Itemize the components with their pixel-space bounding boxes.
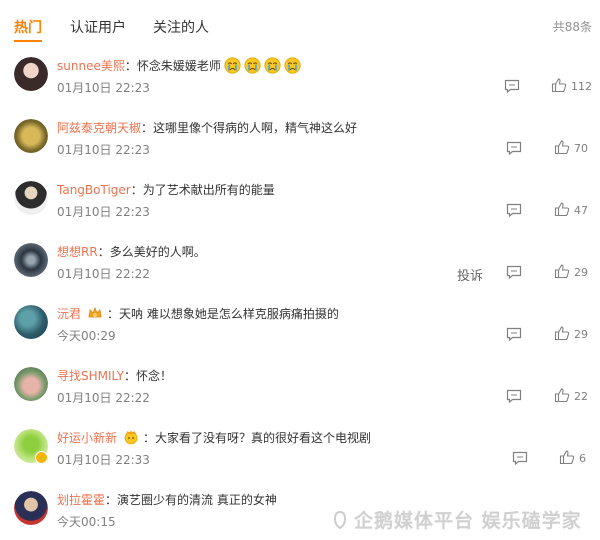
comment-time: 今天00:29 [57, 329, 116, 343]
comment-text: 这哪里像个得病的人啊，精气神这么好 [153, 121, 358, 135]
reply-icon[interactable] [506, 265, 522, 279]
comment-text: 为了艺术献出所有的能量 [142, 183, 275, 197]
crown-badge-icon [88, 306, 102, 318]
comment-time: 01月10日 22:23 [57, 81, 150, 95]
tab-hot[interactable]: 热门 [14, 17, 42, 37]
like-count: 70 [574, 142, 588, 155]
crying-face-icon [244, 57, 261, 74]
verified-badge-icon [35, 451, 48, 464]
comment-item: 阿兹泰克朝天椒：这哪里像个得病的人啊，精气神这么好 01月10日 22:23 7… [0, 119, 600, 181]
thumbs-up-icon[interactable] [554, 325, 570, 341]
active-tab-indicator [14, 40, 42, 42]
like-count: 6 [579, 452, 586, 465]
comment-text: 怀念！ [135, 369, 172, 383]
separator: ： [130, 183, 143, 197]
thumbs-up-icon[interactable] [554, 201, 570, 217]
like-count: 112 [571, 80, 592, 93]
comment-item: 寻找SHMILY：怀念！ 01月10日 22:22 22 [0, 367, 600, 429]
watermark-text: 企鹅媒体平台 娱乐磕学家 [354, 510, 582, 532]
username-link[interactable]: 想想RR [57, 245, 98, 259]
comment-line: TangBoTiger：为了艺术献出所有的能量 [57, 181, 275, 199]
comment-time: 今天00:15 [57, 515, 116, 529]
crying-face-icon [284, 57, 301, 74]
avatar[interactable] [14, 491, 48, 525]
comment-time: 01月10日 22:33 [57, 453, 150, 467]
comment-line: sunnee美熙：怀念朱媛媛老师 [57, 57, 301, 75]
username-link[interactable]: 寻找SHMILY [57, 369, 124, 383]
like-count: 29 [574, 266, 588, 279]
avatar[interactable] [14, 367, 48, 401]
report-button[interactable]: 投诉 [457, 265, 483, 284]
thumbs-up-icon[interactable] [551, 77, 567, 93]
reply-icon[interactable] [506, 141, 522, 155]
comment-text: 演艺圈少有的清流 真正的女神 [117, 493, 277, 507]
separator: ： [123, 369, 136, 383]
separator: ： [124, 59, 137, 73]
username-link[interactable]: 沅君 [57, 307, 81, 321]
comment-time: 01月10日 22:22 [57, 267, 150, 281]
reply-icon[interactable] [506, 203, 522, 217]
comment-line: 阿兹泰克朝天椒：这哪里像个得病的人啊，精气神这么好 [57, 119, 357, 137]
separator: ： [143, 431, 156, 445]
crown-face-badge-icon [124, 430, 138, 445]
reply-icon[interactable] [512, 451, 528, 465]
comment-item: 好运小新新 ：大家看了没有呀？真的很好看这个电视剧 01月10日 22:33 6 [0, 429, 600, 491]
comment-text: 天呐 难以想象她是怎么样克服病痛拍摄的 [119, 307, 339, 321]
thumbs-up-icon[interactable] [559, 449, 575, 465]
comment-item: 沅君 ：天呐 难以想象她是怎么样克服病痛拍摄的 今天00:29 29 [0, 305, 600, 367]
crying-face-icon [264, 57, 281, 74]
reply-icon[interactable] [506, 327, 522, 341]
avatar[interactable] [14, 243, 48, 277]
watermark: 企鹅媒体平台 娱乐磕学家 [330, 506, 582, 533]
comment-time: 01月10日 22:22 [57, 391, 150, 405]
thumbs-up-icon[interactable] [554, 139, 570, 155]
penguin-logo-icon [333, 510, 347, 530]
comment-line: 沅君 ：天呐 难以想象她是怎么样克服病痛拍摄的 [57, 305, 339, 323]
like-count: 47 [574, 204, 588, 217]
avatar[interactable] [14, 119, 48, 153]
reply-icon[interactable] [504, 79, 520, 93]
avatar[interactable] [14, 305, 48, 339]
comment-text: 怀念朱媛媛老师 [136, 59, 221, 73]
avatar[interactable] [14, 57, 48, 91]
username-link[interactable]: TangBoTiger [57, 183, 131, 197]
separator: ： [97, 245, 110, 259]
like-count: 29 [574, 328, 588, 341]
comment-line: 划拉霍霍：演艺圈少有的清流 真正的女神 [57, 491, 277, 509]
comment-item: sunnee美熙：怀念朱媛媛老师 01月10日 22:23 112 [0, 57, 600, 119]
total-count: 共88条 [552, 20, 592, 34]
tab-following[interactable]: 关注的人 [153, 17, 209, 37]
separator: ： [105, 493, 118, 507]
username-link[interactable]: sunnee美熙 [57, 59, 125, 73]
thumbs-up-icon[interactable] [554, 263, 570, 279]
username-link[interactable]: 阿兹泰克朝天椒 [57, 121, 141, 135]
reply-icon[interactable] [506, 389, 522, 403]
comment-item: 想想RR：多么美好的人啊。 01月10日 22:22 投诉 29 [0, 243, 600, 305]
comment-time: 01月10日 22:23 [57, 205, 150, 219]
username-link[interactable]: 好运小新新 [57, 431, 117, 445]
separator: ： [141, 121, 154, 135]
comment-text: 多么美好的人啊。 [109, 245, 206, 259]
username-link[interactable]: 划拉霍霍 [57, 493, 105, 507]
tab-verified-users[interactable]: 认证用户 [70, 17, 126, 37]
separator: ： [107, 307, 120, 321]
comment-line: 好运小新新 ：大家看了没有呀？真的很好看这个电视剧 [57, 429, 371, 447]
avatar[interactable] [14, 181, 48, 215]
comment-time: 01月10日 22:23 [57, 143, 150, 157]
like-count: 22 [574, 390, 588, 403]
crying-face-icon [224, 57, 241, 74]
comment-tabs: 热门 认证用户 关注的人 共88条 [0, 0, 600, 50]
comment-item: TangBoTiger：为了艺术献出所有的能量 01月10日 22:23 47 [0, 181, 600, 243]
thumbs-up-icon[interactable] [554, 387, 570, 403]
comment-line: 寻找SHMILY：怀念！ [57, 367, 172, 385]
comment-line: 想想RR：多么美好的人啊。 [57, 243, 206, 261]
comment-text: 大家看了没有呀？真的很好看这个电视剧 [155, 431, 372, 445]
